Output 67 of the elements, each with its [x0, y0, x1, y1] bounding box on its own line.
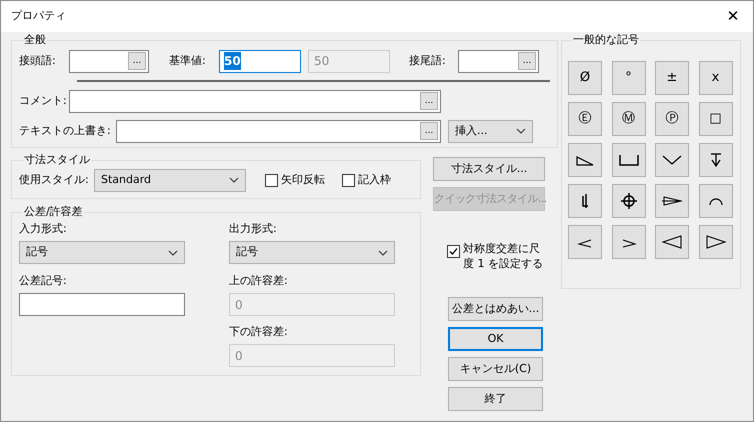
field-label: 上の許容差: — [229, 273, 289, 289]
field-label: 矢印反転 — [281, 172, 325, 188]
chevron-down-icon — [229, 177, 239, 183]
symbol-button[interactable]: Ⓜ — [612, 102, 646, 136]
group-title: 全般 — [23, 33, 47, 47]
symbol-button[interactable] — [698, 225, 732, 259]
window-title: プロパティ — [11, 8, 66, 24]
browse-button[interactable]: ... — [518, 52, 536, 70]
field-label: 接頭語: — [19, 52, 57, 69]
field-label: 下の許容差: — [229, 324, 289, 340]
browse-button[interactable]: ... — [128, 52, 146, 70]
symbol-button[interactable] — [612, 143, 646, 177]
group-title: 一般的な記号 — [572, 33, 640, 47]
symbol-button[interactable]: Ⓟ — [655, 102, 689, 136]
symbol-button[interactable]: x — [698, 61, 732, 95]
checkbox[interactable] — [447, 245, 460, 258]
field-label: 記入枠 — [358, 172, 391, 188]
chevron-down-icon — [378, 250, 388, 256]
dropdown[interactable]: 挿入... — [448, 120, 533, 142]
input-field[interactable]: ... — [69, 90, 441, 112]
symbol-button[interactable]: ° — [612, 61, 646, 95]
field-label: 出力形式: — [229, 221, 278, 237]
dialog-button[interactable]: 公差とはめあい... — [448, 297, 543, 321]
symbol-button[interactable]: □ — [698, 102, 732, 136]
group-title: 公差/許容差 — [23, 205, 84, 219]
symbol-button[interactable] — [568, 143, 602, 177]
close-button[interactable]: ✕ — [713, 1, 753, 32]
field-label: 公差記号: — [19, 273, 68, 289]
symbol-button[interactable] — [655, 184, 689, 218]
group-title: 寸法スタイル — [23, 153, 91, 167]
checkbox[interactable] — [265, 174, 278, 186]
dialog-button[interactable]: 終了 — [448, 387, 543, 411]
checkbox[interactable] — [342, 174, 355, 186]
symbol-button[interactable] — [698, 143, 732, 177]
symbol-button[interactable]: Ø — [568, 61, 602, 95]
dialog-button[interactable]: キャンセル(C) — [448, 357, 543, 381]
right-pointing-triangle-icon — [704, 234, 726, 250]
input-field[interactable]: 50 — [219, 50, 301, 72]
field-label: 基準値: — [169, 52, 207, 69]
input-field[interactable]: ... — [116, 120, 441, 142]
browse-button[interactable]: ... — [420, 92, 438, 110]
symbol-button[interactable]: Ⓔ — [568, 102, 602, 136]
symbol-button[interactable] — [568, 184, 602, 218]
input-field[interactable] — [19, 293, 185, 316]
field-label: テキストの上書き: — [19, 122, 112, 139]
chevron-down-icon — [516, 128, 526, 134]
checkbox-label: 対称度交差に尺度 1 を設定する — [463, 241, 544, 271]
symbol-button[interactable]: ± — [655, 61, 689, 95]
dropdown[interactable]: Standard — [94, 168, 246, 192]
symbol-button[interactable] — [655, 225, 689, 259]
field-label: コメント: — [19, 92, 68, 109]
input-value: 50 — [224, 52, 241, 70]
left-triangle-icon — [661, 234, 683, 250]
dialog-button[interactable]: 寸法スタイル... — [433, 157, 545, 181]
symbol-button[interactable] — [612, 184, 646, 218]
input-field[interactable]: ... — [69, 50, 149, 72]
input-field[interactable]: ... — [458, 50, 539, 72]
field-label: 入力形式: — [19, 221, 68, 237]
bracket-icon — [618, 152, 640, 168]
dropdown[interactable]: 記号 — [19, 241, 185, 264]
chevron-down-icon — [168, 250, 178, 256]
field-label: 使用スタイル: — [19, 172, 90, 188]
field-label: 接尾語: — [409, 52, 447, 69]
browse-button[interactable]: ... — [420, 122, 438, 140]
dropdown[interactable]: 記号 — [229, 241, 395, 264]
symbol-button[interactable] — [655, 143, 689, 177]
dialog-button[interactable]: OK — [448, 327, 543, 351]
